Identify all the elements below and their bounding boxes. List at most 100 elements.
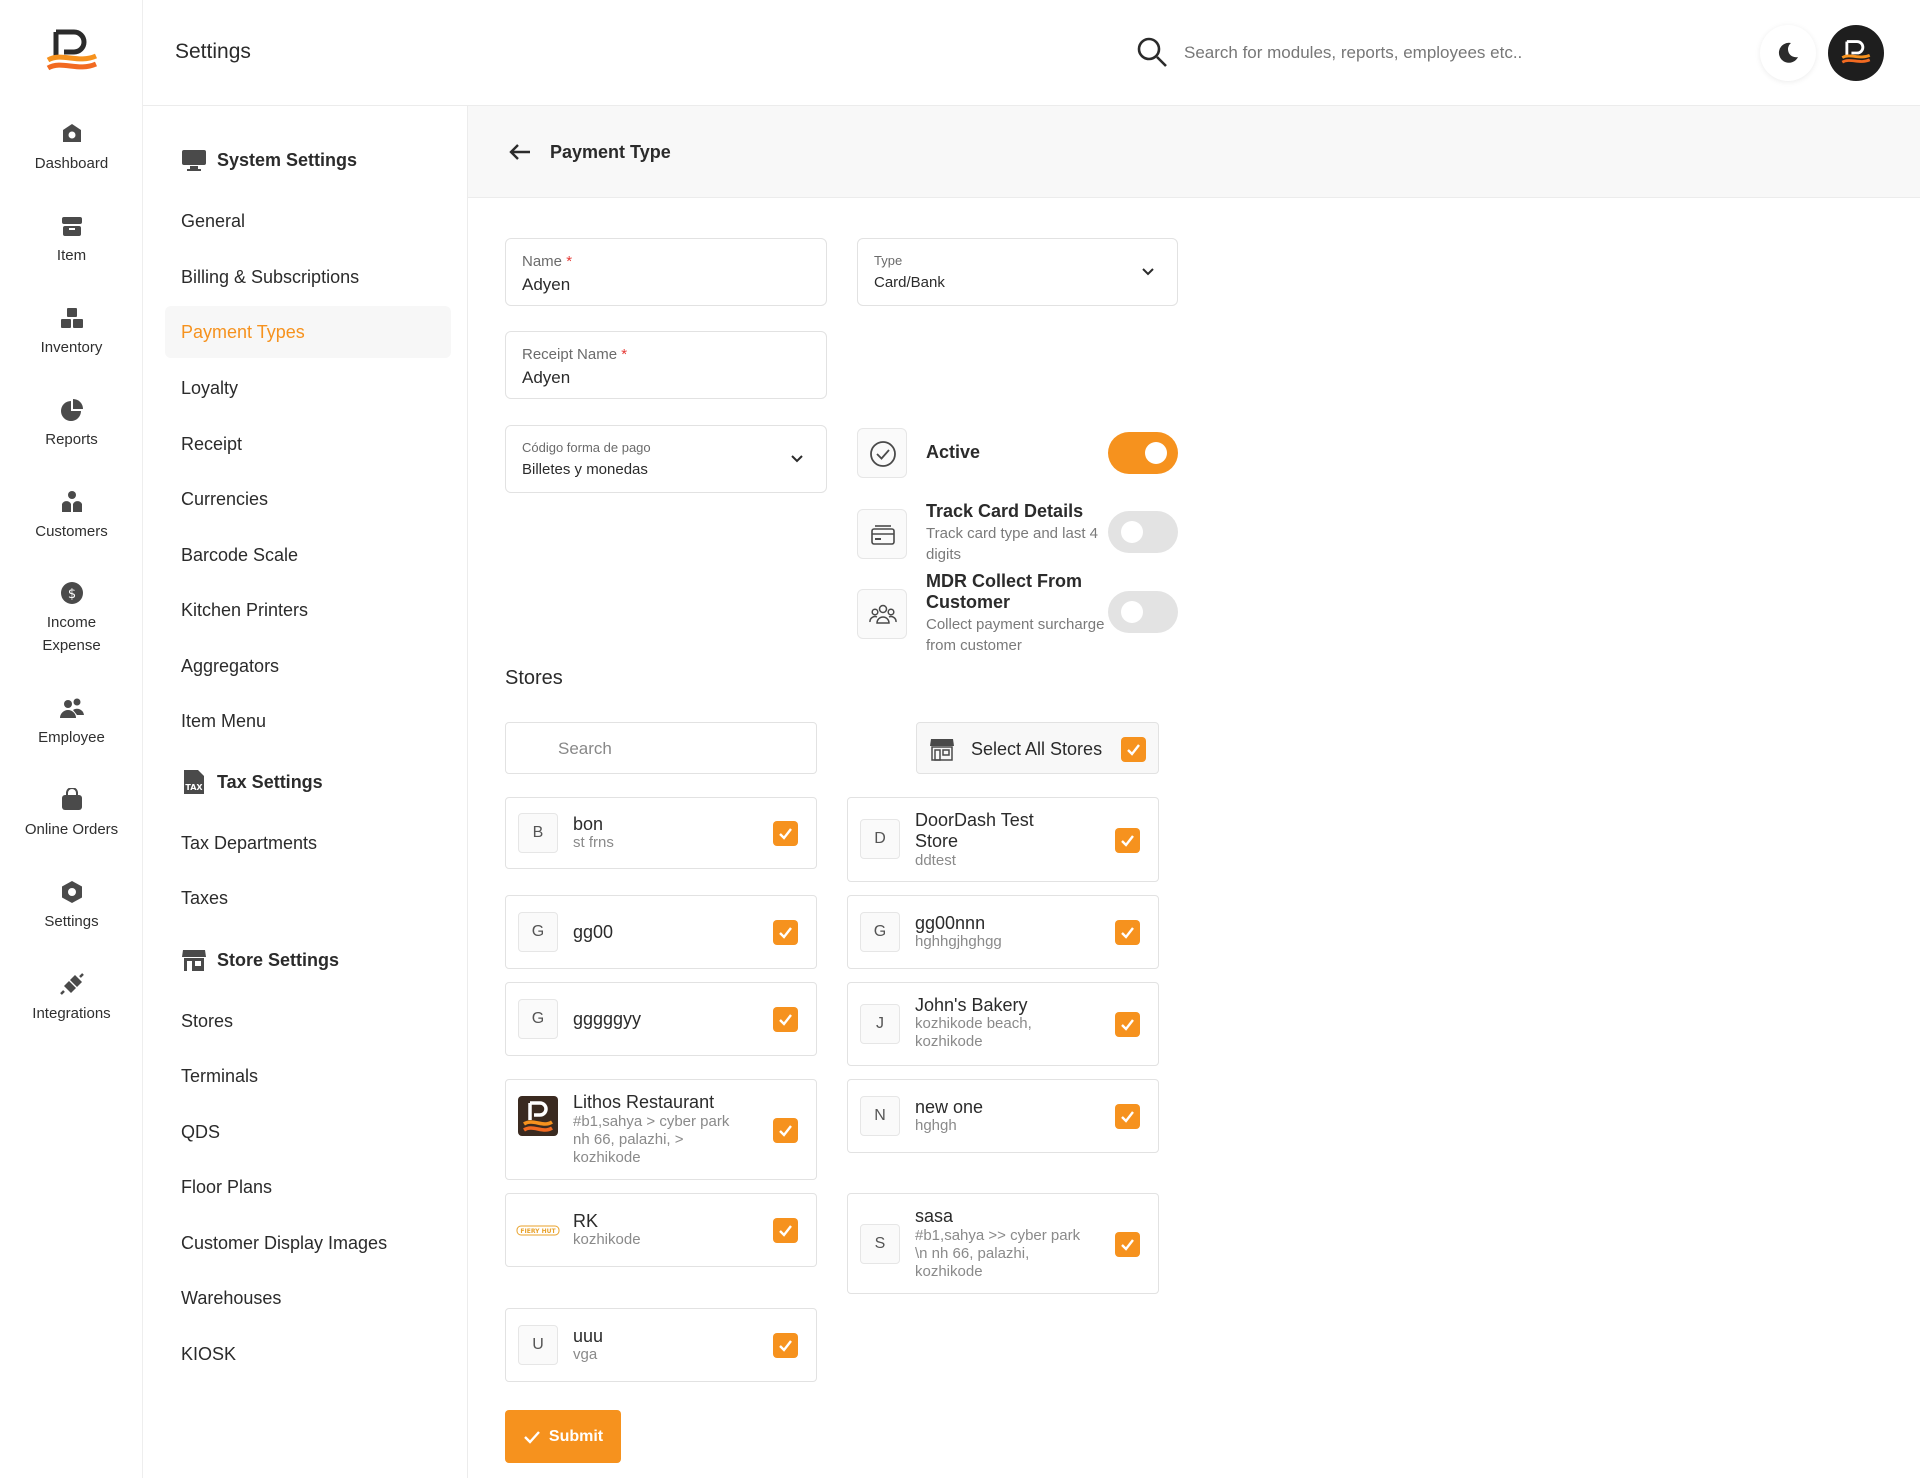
rail-item-settings[interactable]: Settings [0, 880, 143, 933]
rail-item-employee[interactable]: Employee [0, 696, 143, 749]
nav-item-warehouses[interactable]: Warehouses [181, 1288, 281, 1309]
rail-label: Settings [44, 913, 99, 930]
name-label: Name [522, 253, 563, 270]
store-card[interactable]: G gggggyy [505, 982, 817, 1056]
store-address: #b1,sahya >> cyber park \n nh 66, palazh… [915, 1227, 1081, 1280]
global-search-input[interactable]: Search for modules, reports, employees e… [1184, 43, 1522, 63]
avatar-logo-icon [1841, 40, 1871, 64]
app-logo-icon[interactable] [44, 26, 100, 78]
icon-rail: Dashboard Item Inventory Reports Custome… [0, 0, 143, 1478]
store-initial: G [518, 912, 558, 952]
mdr-subtitle: Collect payment surcharge from customer [926, 616, 1105, 654]
nav-item-receipt[interactable]: Receipt [181, 434, 242, 455]
nav-item-aggregators[interactable]: Aggregators [181, 656, 279, 677]
active-label: Active [926, 442, 981, 462]
store-checkbox[interactable] [1115, 1012, 1140, 1037]
store-address: kozhikode beach, kozhikode [915, 1015, 1032, 1050]
rail-item-integrations[interactable]: Integrations [0, 972, 143, 1025]
select-all-checkbox[interactable] [1121, 737, 1146, 762]
name-field[interactable]: Name * Adyen [505, 238, 827, 306]
settings-icon [61, 881, 82, 903]
back-arrow-icon[interactable] [508, 140, 532, 164]
nav-item-kitchen-printers[interactable]: Kitchen Printers [181, 600, 308, 621]
rail-item-reports[interactable]: Reports [0, 398, 143, 451]
store-checkbox[interactable] [1115, 1232, 1140, 1257]
check-icon [1121, 1019, 1134, 1031]
store-card[interactable]: S sasa #b1,sahya >> cyber park \n nh 66,… [847, 1193, 1159, 1294]
name-value[interactable]: Adyen [522, 275, 570, 295]
nav-item-customer-display-images[interactable]: Customer Display Images [181, 1233, 387, 1254]
nav-item-floor-plans[interactable]: Floor Plans [181, 1177, 272, 1198]
rail-item-customers[interactable]: Customers [0, 490, 143, 543]
rail-item-income-expense[interactable]: $ Income Expense [0, 581, 143, 657]
store-card[interactable]: J John's Bakery kozhikode beach, kozhiko… [847, 982, 1159, 1066]
nav-item-payment-types[interactable]: Payment Types [165, 306, 451, 358]
nav-item-tax-departments[interactable]: Tax Departments [181, 833, 317, 854]
nav-item-currencies[interactable]: Currencies [181, 489, 268, 510]
store-card[interactable]: G gg00nnn hghhgjhghgg [847, 895, 1159, 969]
store-name: uuu [573, 1326, 604, 1346]
store-search-placeholder: Search [558, 739, 612, 758]
theme-toggle-button[interactable] [1760, 25, 1816, 81]
nav-item-qds[interactable]: QDS [181, 1122, 220, 1143]
store-initial: J [860, 1004, 900, 1044]
rail-item-dashboard[interactable]: Dashboard [0, 122, 143, 175]
active-toggle[interactable] [1108, 432, 1178, 474]
store-checkbox[interactable] [773, 920, 798, 945]
store-card[interactable]: D DoorDash Test Store ddtest [847, 797, 1159, 882]
store-checkbox[interactable] [773, 1007, 798, 1032]
receipt-name-value[interactable]: Adyen [522, 368, 570, 388]
store-name: gg00 [573, 922, 614, 942]
integrations-icon [59, 973, 84, 995]
nav-item-stores[interactable]: Stores [181, 1011, 233, 1032]
search-icon[interactable] [1136, 36, 1168, 68]
store-checkbox[interactable] [773, 1218, 798, 1243]
store-checkbox[interactable] [773, 1333, 798, 1358]
store-name: RK [573, 1211, 599, 1231]
nav-item-barcode-scale[interactable]: Barcode Scale [181, 545, 298, 566]
codigo-value: Billetes y monedas [522, 461, 648, 478]
rail-item-item[interactable]: Item [0, 214, 143, 267]
store-address: vga [573, 1346, 598, 1363]
store-checkbox[interactable] [1115, 920, 1140, 945]
store-checkbox[interactable] [1115, 1104, 1140, 1129]
nav-item-billing[interactable]: Billing & Subscriptions [181, 267, 359, 288]
customers-icon [61, 491, 82, 512]
nav-item-kiosk[interactable]: KIOSK [181, 1344, 236, 1365]
store-checkbox[interactable] [1115, 828, 1140, 853]
nav-item-general[interactable]: General [181, 211, 245, 232]
store-card[interactable]: G gg00 [505, 895, 817, 969]
store-card[interactable]: FIERY HUT RK kozhikode [505, 1193, 817, 1267]
type-select[interactable]: Type Card/Bank [857, 238, 1178, 306]
store-card[interactable]: N new one hghgh [847, 1079, 1159, 1153]
store-checkbox[interactable] [773, 1118, 798, 1143]
check-icon [1127, 744, 1140, 756]
store-card[interactable]: Lithos Restaurant #b1,sahya > cyber park… [505, 1079, 817, 1180]
store-card[interactable]: B bon st frns [505, 797, 817, 869]
nav-item-taxes[interactable]: Taxes [181, 888, 228, 909]
select-all-stores-button[interactable]: Select All Stores [916, 722, 1159, 774]
store-card[interactable]: U uuu vga [505, 1308, 817, 1382]
chevron-down-icon [1142, 268, 1154, 276]
store-search-input[interactable]: Search [505, 722, 817, 774]
nav-item-terminals[interactable]: Terminals [181, 1066, 258, 1087]
track-card-toggle[interactable] [1108, 511, 1178, 553]
income-expense-icon: $ [60, 582, 83, 604]
svg-text:$: $ [67, 587, 75, 602]
rail-item-inventory[interactable]: Inventory [0, 306, 143, 359]
user-avatar[interactable] [1828, 25, 1884, 81]
mdr-toggle[interactable] [1108, 591, 1178, 633]
nav-item-loyalty[interactable]: Loyalty [181, 378, 238, 399]
store-address: hghhgjhghgg [915, 933, 1002, 950]
select-all-label: Select All Stores [971, 739, 1103, 759]
store-address: kozhikode [573, 1231, 641, 1248]
codigo-forma-pago-select[interactable]: Código forma de pago Billetes y monedas [505, 425, 827, 493]
employee-icon [59, 698, 84, 718]
submit-button[interactable]: Submit [505, 1410, 621, 1463]
mdr-title: MDR Collect From Customer [926, 571, 1083, 612]
store-checkbox[interactable] [773, 821, 798, 846]
receipt-name-field[interactable]: Receipt Name * Adyen [505, 331, 827, 399]
nav-item-item-menu[interactable]: Item Menu [181, 711, 266, 732]
rail-label: Item [56, 247, 87, 264]
rail-item-online-orders[interactable]: Online Orders [0, 788, 143, 841]
